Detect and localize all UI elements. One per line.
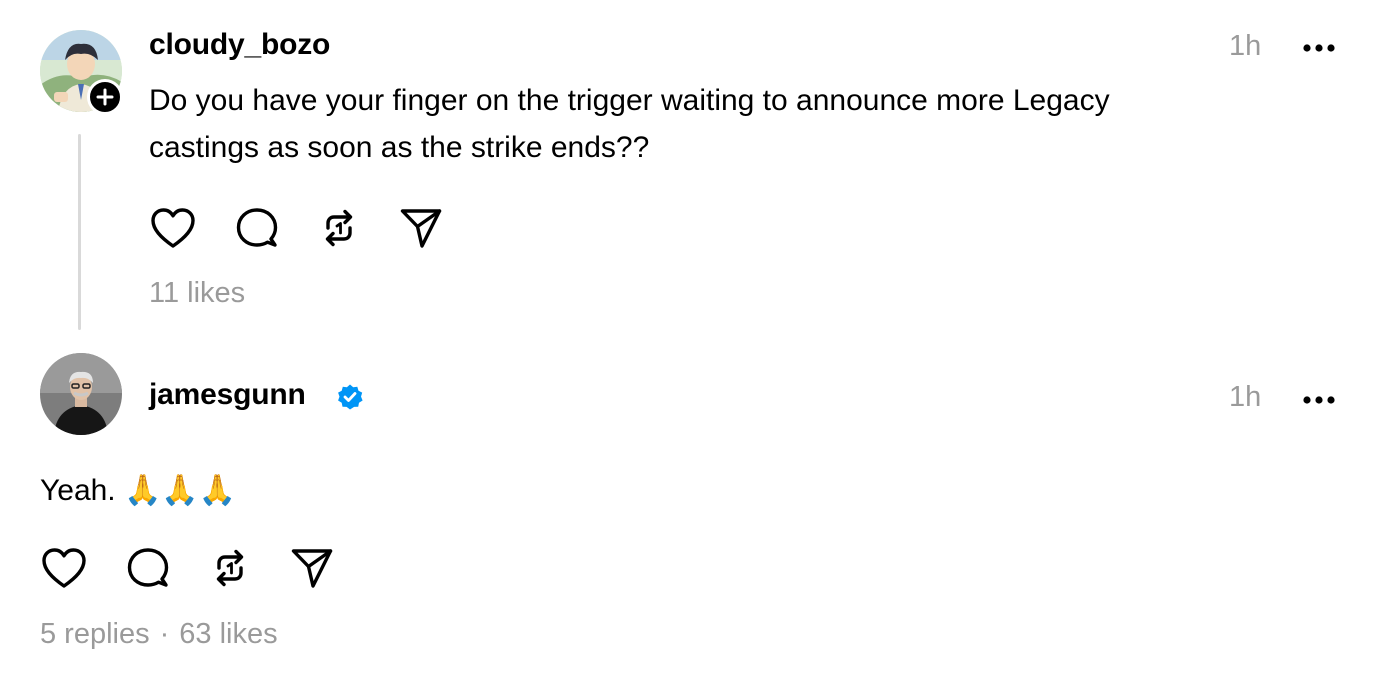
post-text-line: Do you have your finger on the trigger w…: [149, 84, 1110, 117]
likes-label[interactable]: 11 likes: [149, 277, 245, 309]
avatar[interactable]: [40, 353, 122, 435]
send-icon: [291, 549, 333, 588]
share-button[interactable]: [397, 204, 445, 252]
repost-icon: [216, 549, 244, 587]
action-bar: [40, 544, 336, 592]
username[interactable]: cloudy_bozo: [149, 28, 330, 62]
more-options-icon: [1303, 396, 1335, 404]
action-bar: [149, 204, 445, 252]
verified-badge-icon: [338, 384, 363, 410]
plus-icon: [96, 88, 114, 106]
repost-icon: [325, 209, 353, 247]
more-options-button[interactable]: [1302, 392, 1336, 404]
username[interactable]: jamesgunn: [149, 378, 306, 412]
post-text: Yeah. 🙏🙏🙏: [40, 467, 236, 514]
like-count[interactable]: 11 likes: [149, 277, 245, 310]
comment-icon: [236, 208, 278, 247]
post-text: Do you have your finger on the trigger w…: [149, 77, 1329, 171]
heart-icon: [42, 548, 86, 588]
separator-dot: ·: [159, 618, 170, 650]
emoji: 🙏🙏🙏: [124, 473, 237, 508]
reply-button[interactable]: [124, 544, 172, 592]
repost-button[interactable]: [315, 204, 363, 252]
like-button[interactable]: [40, 544, 88, 592]
post-time: 1h: [1229, 30, 1262, 62]
thread-line: [78, 134, 81, 330]
post-text-line: castings as soon as the strike ends??: [149, 131, 650, 164]
more-options-button[interactable]: [1302, 40, 1336, 52]
post-time: 1h: [1229, 381, 1262, 413]
share-button[interactable]: [288, 544, 336, 592]
send-icon: [400, 209, 442, 248]
verified-badge: [336, 383, 364, 416]
replies-count[interactable]: 5 replies: [40, 618, 150, 650]
comment-icon: [127, 548, 169, 587]
post-stats: 5 replies · 63 likes: [40, 618, 278, 651]
heart-icon: [151, 208, 195, 248]
like-button[interactable]: [149, 204, 197, 252]
more-options-icon: [1303, 44, 1335, 52]
follow-button[interactable]: [87, 79, 123, 115]
reply-button[interactable]: [233, 204, 281, 252]
repost-button[interactable]: [206, 544, 254, 592]
likes-count[interactable]: 63 likes: [179, 618, 277, 650]
avatar-image: [40, 353, 122, 435]
post-text-content: Yeah.: [40, 474, 116, 507]
